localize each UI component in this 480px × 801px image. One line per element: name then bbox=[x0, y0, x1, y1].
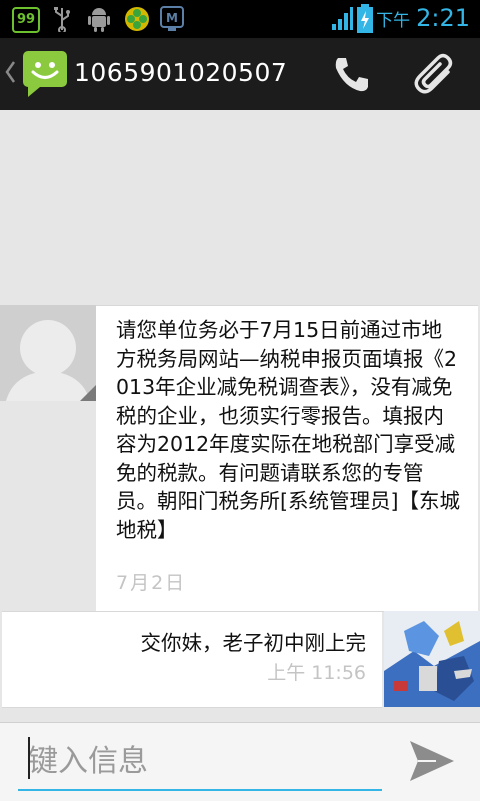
clover-app-icon bbox=[125, 7, 149, 31]
outgoing-message-timestamp: 上午 11:56 bbox=[267, 662, 366, 684]
monitor-app-icon: M bbox=[160, 6, 184, 31]
notification-count-badge: 99 bbox=[12, 7, 40, 33]
text-caret bbox=[28, 737, 30, 779]
conversation-title: 1065901020507 bbox=[74, 58, 288, 87]
messaging-app-icon[interactable] bbox=[22, 50, 68, 98]
compose-bar bbox=[0, 722, 480, 801]
compose-message-input[interactable] bbox=[18, 733, 382, 791]
status-clock-time: 2:21 bbox=[416, 4, 470, 32]
back-chevron-icon[interactable] bbox=[4, 60, 16, 84]
phone-icon[interactable] bbox=[330, 54, 374, 94]
battery-charging-icon bbox=[357, 4, 373, 33]
status-bar: 99 M 下午 2:21 bbox=[0, 0, 480, 38]
incoming-message-timestamp: 7月2日 bbox=[116, 572, 187, 594]
message-list[interactable]: 请您单位务必于7月15日前通过市地方税务局网站—纳税申报页面填报《2013年企业… bbox=[0, 110, 480, 722]
svg-text:M: M bbox=[166, 11, 178, 25]
incoming-message-text: 请您单位务必于7月15日前通过市地方税务局网站—纳税申报页面填报《2013年企业… bbox=[116, 318, 460, 542]
action-bar: 1065901020507 bbox=[0, 38, 480, 110]
user-photo-avatar[interactable] bbox=[384, 611, 480, 707]
status-clock: 下午 2:21 bbox=[376, 4, 470, 32]
signal-icon bbox=[332, 7, 353, 30]
usb-icon bbox=[54, 7, 70, 32]
send-icon[interactable] bbox=[408, 739, 456, 783]
attachment-icon[interactable] bbox=[412, 52, 460, 96]
outgoing-message-bubble[interactable]: 交你妹，老子初中刚上完 上午 11:56 bbox=[2, 611, 382, 708]
android-debug-icon bbox=[88, 8, 110, 32]
incoming-message-bubble[interactable]: 请您单位务必于7月15日前通过市地方税务局网站—纳税申报页面填报《2013年企业… bbox=[96, 305, 478, 612]
status-clock-ampm: 下午 bbox=[376, 11, 411, 31]
default-contact-avatar-icon[interactable] bbox=[0, 305, 96, 401]
outgoing-message-text: 交你妹，老子初中刚上完 bbox=[140, 631, 367, 655]
